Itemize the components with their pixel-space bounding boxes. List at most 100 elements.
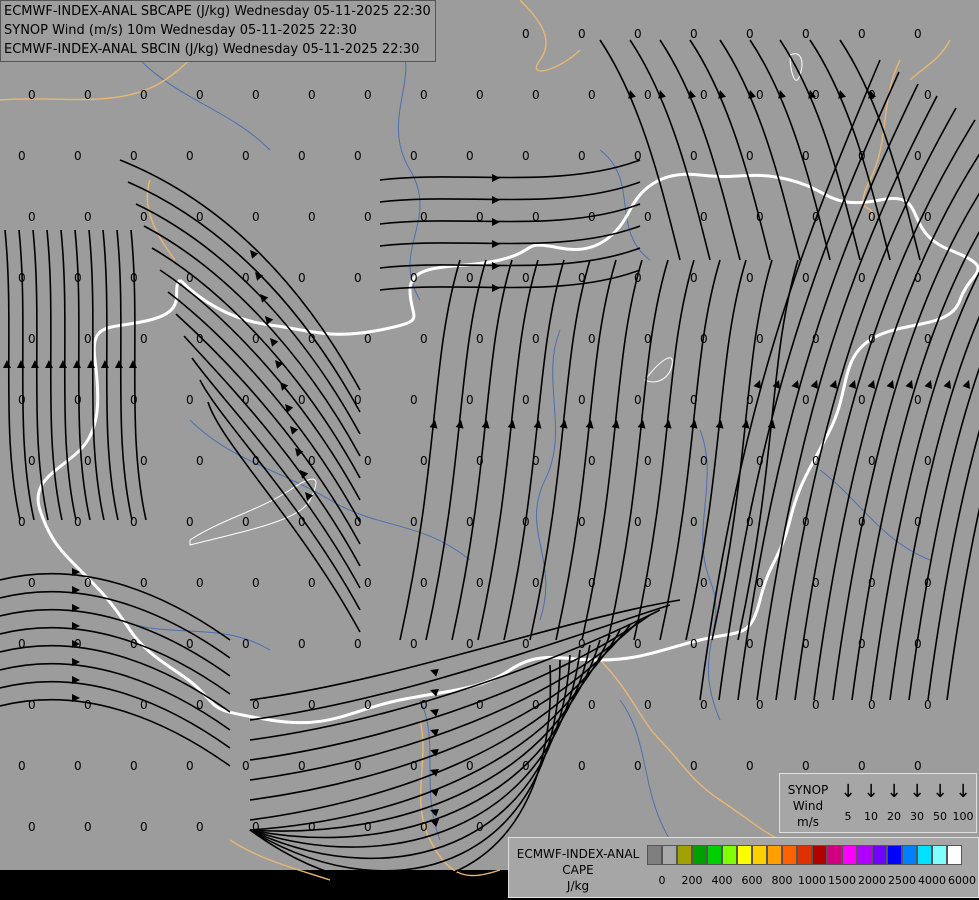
grid-value: 0 bbox=[914, 27, 922, 41]
grid-value: 0 bbox=[868, 88, 876, 102]
wind-legend-item: ↓ 20 bbox=[882, 782, 906, 824]
grid-value: 0 bbox=[746, 637, 754, 651]
grid-value: 0 bbox=[756, 88, 764, 102]
grid-value: 0 bbox=[130, 393, 138, 407]
regional-borders bbox=[0, 0, 951, 881]
grid-value: 0 bbox=[252, 576, 260, 590]
streamline-arrowhead bbox=[275, 360, 284, 369]
grid-value: 0 bbox=[634, 637, 642, 651]
header-line-sbcape: ECMWF-INDEX-ANAL SBCAPE (J/kg) Wednesday… bbox=[4, 4, 431, 19]
wind-legend-value: 30 bbox=[910, 810, 924, 823]
wind-legend-item: ↓ 50 bbox=[928, 782, 952, 824]
grid-value: 0 bbox=[84, 454, 92, 468]
grid-value: 0 bbox=[196, 454, 204, 468]
wind-legend-item: ↓ 30 bbox=[905, 782, 929, 824]
grid-value: 0 bbox=[756, 454, 764, 468]
grid-value: 0 bbox=[308, 454, 316, 468]
streamline bbox=[477, 259, 539, 641]
grid-value: 0 bbox=[308, 332, 316, 346]
grid-value: 0 bbox=[84, 698, 92, 712]
grid-value: 0 bbox=[522, 27, 530, 41]
grid-value: 0 bbox=[298, 393, 306, 407]
cape-color-swatch bbox=[812, 845, 827, 865]
streamline bbox=[119, 159, 361, 391]
grid-value: 0 bbox=[242, 271, 250, 285]
grid-value: 0 bbox=[588, 576, 596, 590]
grid-value: 0 bbox=[196, 210, 204, 224]
streamline-arrowhead bbox=[430, 808, 439, 817]
streamline-arrowhead bbox=[492, 218, 500, 226]
grid-value: 0 bbox=[410, 637, 418, 651]
streamline bbox=[832, 192, 979, 701]
wind-legend-value: 50 bbox=[933, 810, 947, 823]
cape-color-swatch bbox=[662, 845, 677, 865]
grid-value: 0 bbox=[410, 149, 418, 163]
grid-value: 0 bbox=[354, 515, 362, 529]
streamline bbox=[555, 259, 617, 641]
grid-value: 0 bbox=[578, 149, 586, 163]
grid-value: 0 bbox=[700, 332, 708, 346]
grid-value: 0 bbox=[354, 149, 362, 163]
grid-value: 0 bbox=[364, 88, 372, 102]
wind-legend-value: 100 bbox=[952, 810, 974, 823]
grid-value: 0 bbox=[364, 454, 372, 468]
streamline-arrowhead bbox=[129, 360, 137, 368]
grid-value: 0 bbox=[522, 149, 530, 163]
grid-value: 0 bbox=[242, 149, 250, 163]
grid-value: 0 bbox=[476, 332, 484, 346]
grid-value: 0 bbox=[186, 759, 194, 773]
grid-value: 0 bbox=[196, 820, 204, 834]
grid-value: 0 bbox=[18, 393, 26, 407]
grid-value: 0 bbox=[242, 759, 250, 773]
streamline bbox=[0, 609, 231, 677]
wind-legend-value: 10 bbox=[864, 810, 878, 823]
streamline bbox=[794, 119, 976, 701]
grid-value: 0 bbox=[858, 515, 866, 529]
grid-value: 0 bbox=[140, 698, 148, 712]
streamline bbox=[175, 313, 361, 545]
streamline-arrowhead bbox=[3, 360, 11, 368]
grid-value: 0 bbox=[812, 210, 820, 224]
grid-value: 0 bbox=[858, 759, 866, 773]
grid-value: 0 bbox=[242, 515, 250, 529]
cape-color-swatch bbox=[842, 845, 857, 865]
grid-value: 0 bbox=[532, 576, 540, 590]
grid-value: 0 bbox=[532, 332, 540, 346]
wind-legend-title-line1: SYNOP bbox=[787, 783, 829, 797]
streamline-arrowhead bbox=[260, 294, 269, 303]
streamline-arrowhead bbox=[101, 360, 109, 368]
grid-value: 0 bbox=[140, 210, 148, 224]
grid-value: 0 bbox=[420, 820, 428, 834]
grid-value: 0 bbox=[802, 637, 810, 651]
streamline-arrowhead bbox=[924, 380, 933, 389]
grid-value: 0 bbox=[578, 271, 586, 285]
grid-value: 0 bbox=[914, 271, 922, 285]
map-header: ECMWF-INDEX-ANAL SBCAPE (J/kg) Wednesday… bbox=[0, 0, 436, 62]
streamline bbox=[813, 153, 979, 701]
cape-color-swatch bbox=[932, 845, 947, 865]
streamline bbox=[0, 591, 231, 659]
grid-value: 0 bbox=[634, 393, 642, 407]
streamline-arrowhead bbox=[430, 708, 439, 717]
grid-value: 0 bbox=[420, 332, 428, 346]
grid-value: 0 bbox=[634, 149, 642, 163]
wind-legend-title: SYNOP Wind m/s bbox=[784, 782, 832, 830]
grid-value: 0 bbox=[634, 759, 642, 773]
grid-value: 0 bbox=[644, 698, 652, 712]
grid-value: 0 bbox=[466, 271, 474, 285]
grid-value: 0 bbox=[252, 210, 260, 224]
cape-tick-label: 200 bbox=[681, 874, 703, 887]
header-line-wind: SYNOP Wind (m/s) 10m Wednesday 05-11-202… bbox=[4, 23, 357, 38]
grid-value: 0 bbox=[74, 637, 82, 651]
grid-value: 0 bbox=[756, 698, 764, 712]
grid-value: 0 bbox=[140, 576, 148, 590]
cape-color-swatch bbox=[902, 845, 917, 865]
grid-value: 0 bbox=[522, 637, 530, 651]
cape-legend-title-line1: ECMWF-INDEX-ANAL bbox=[516, 847, 640, 861]
cape-color-swatch bbox=[692, 845, 707, 865]
cape-tick-label: 2000 bbox=[858, 874, 886, 887]
wind-legend-item: ↓ 100 bbox=[951, 782, 975, 824]
grid-value: 0 bbox=[644, 576, 652, 590]
grid-value: 0 bbox=[308, 210, 316, 224]
grid-value: 0 bbox=[802, 149, 810, 163]
